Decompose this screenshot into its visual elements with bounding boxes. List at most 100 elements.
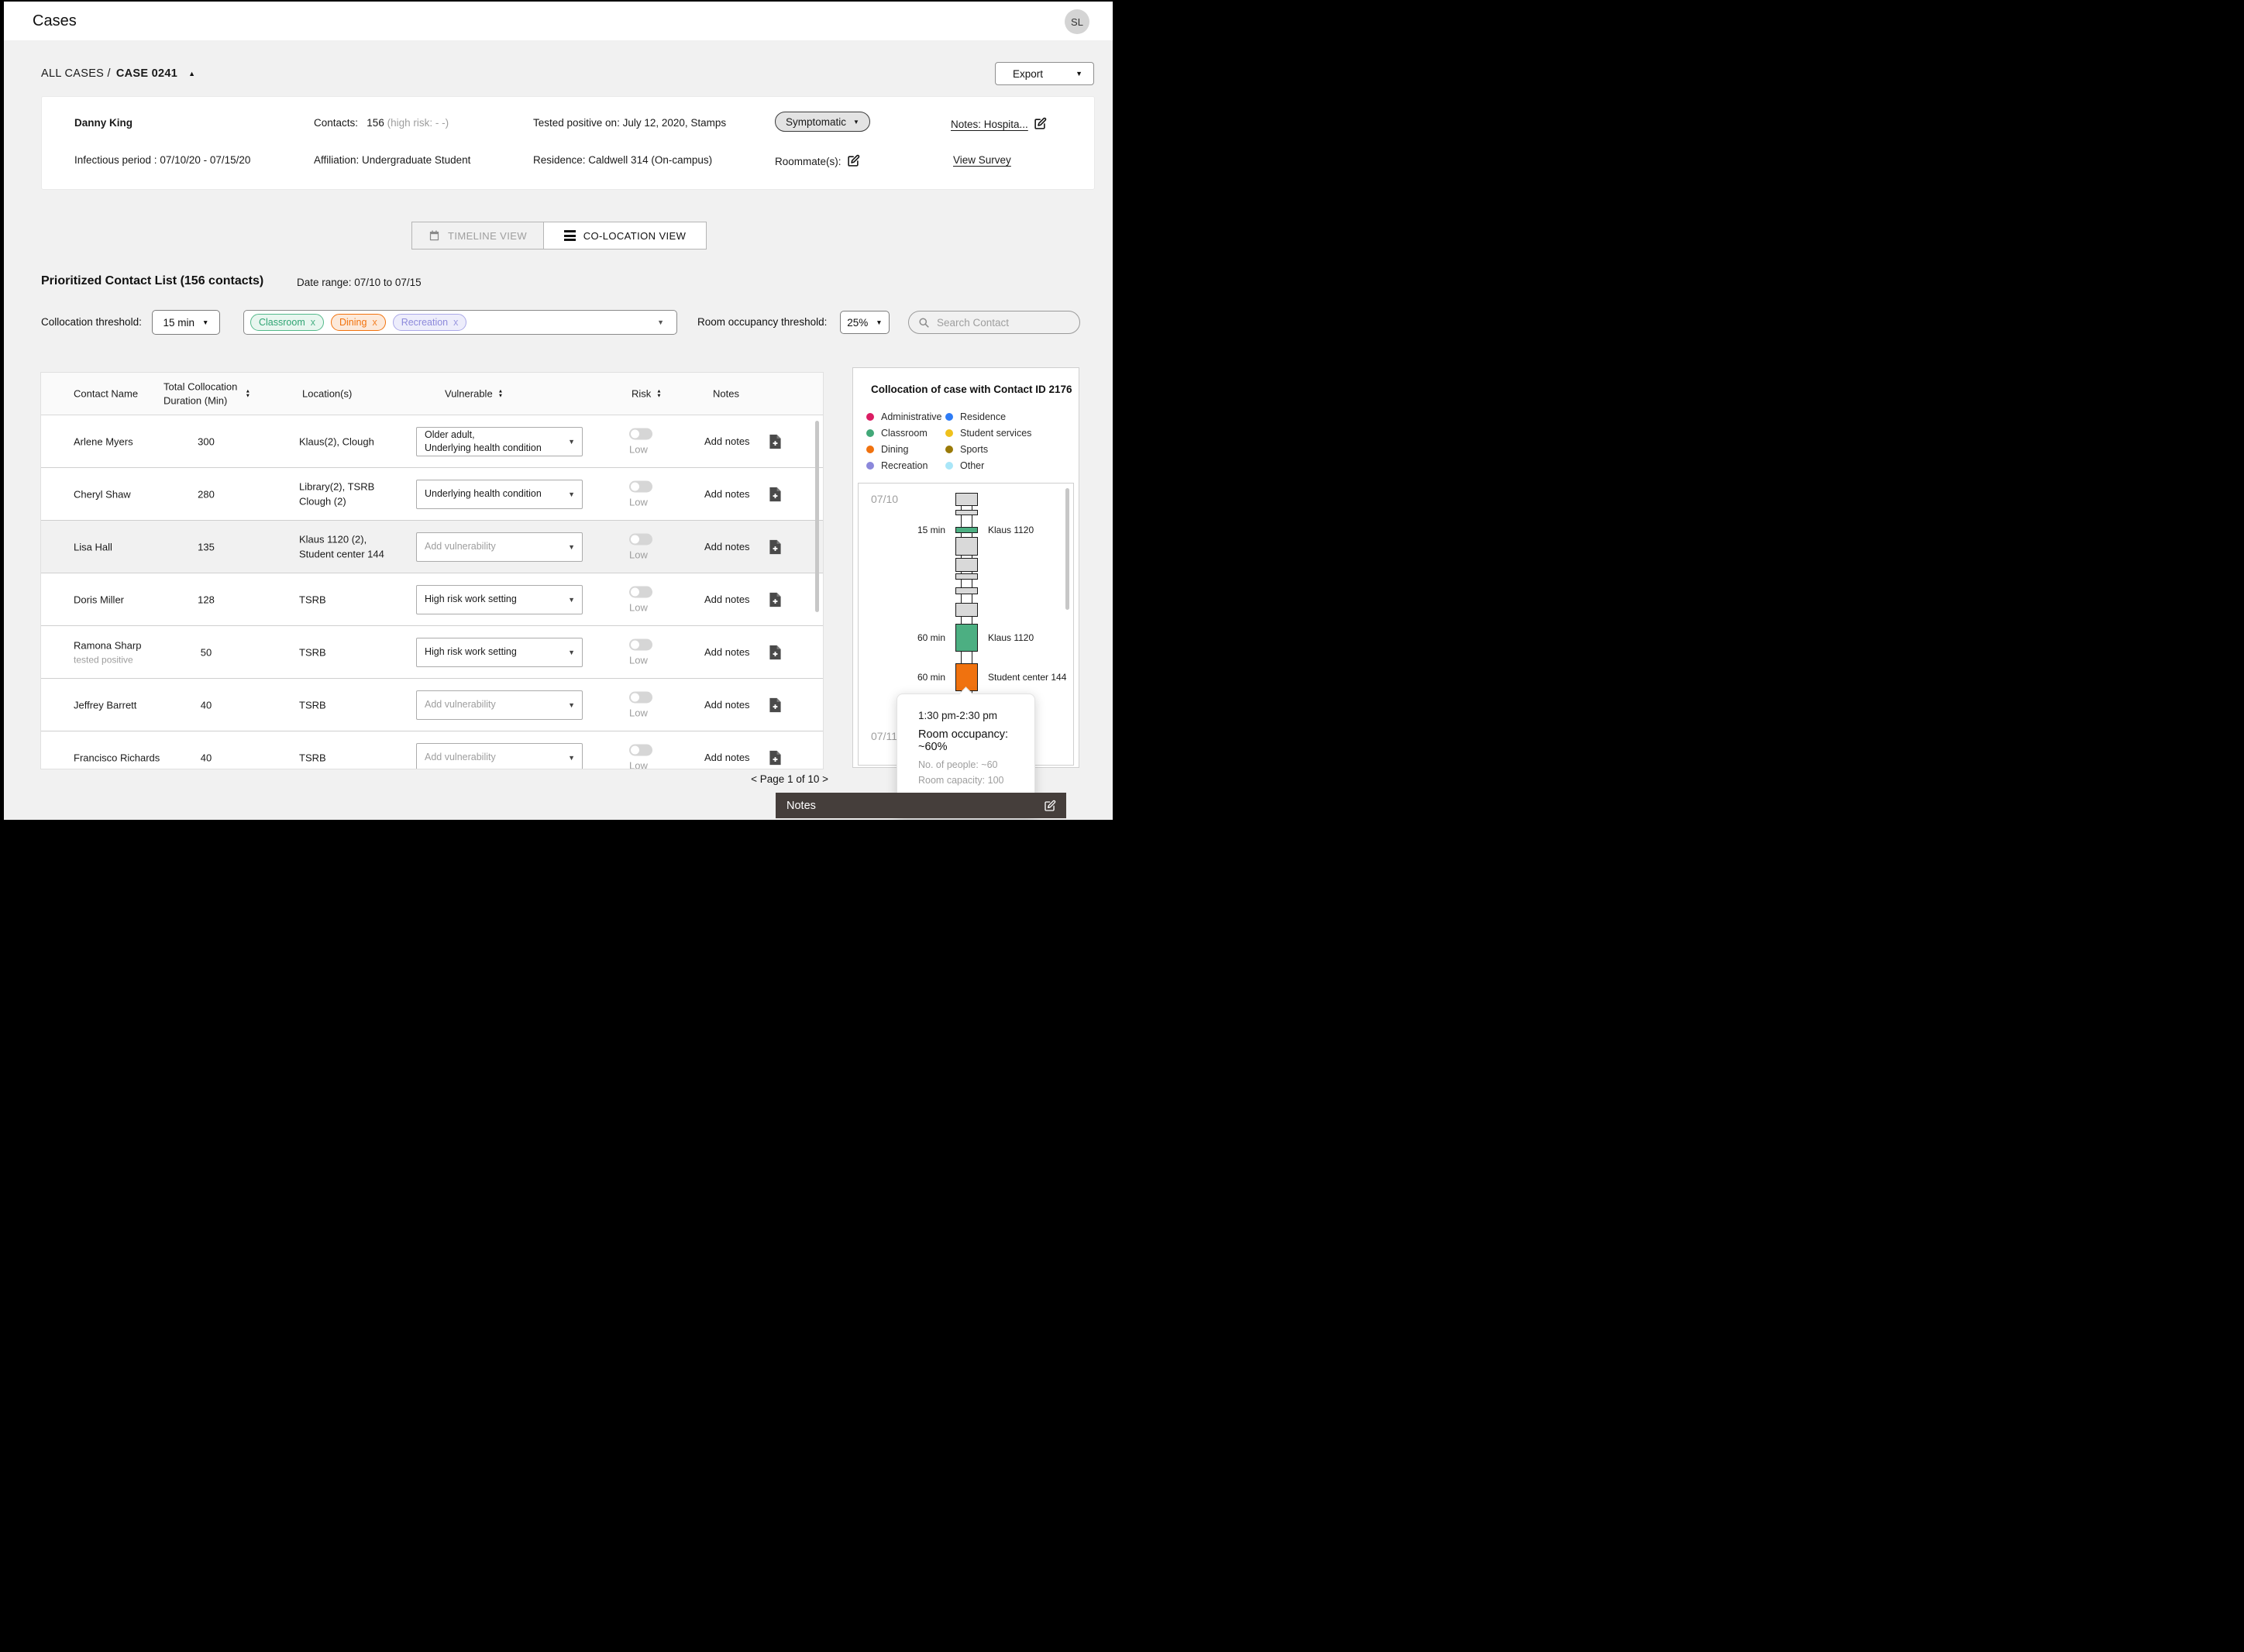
legend-dot-icon: [866, 461, 874, 470]
sort-icon[interactable]: ▲ ▼: [498, 388, 503, 398]
add-note-icon[interactable]: [769, 487, 782, 502]
vulnerable-dropdown[interactable]: Underlying health condition ▼: [416, 479, 583, 509]
filter-chip-recreation[interactable]: Recreation x: [392, 314, 467, 331]
timeline-connector: [961, 594, 972, 603]
chevron-down-icon: ▼: [568, 437, 575, 446]
edit-notes-bar-icon[interactable]: [1044, 800, 1056, 812]
timeline-block-classroom[interactable]: 60 min Klaus 1120: [917, 624, 1034, 652]
add-notes-link[interactable]: Add notes: [704, 435, 750, 447]
risk-toggle[interactable]: [629, 638, 652, 650]
tab-timeline-view[interactable]: TIMELINE VIEW: [412, 222, 544, 249]
filter-chip-classroom[interactable]: Classroom x: [250, 314, 324, 331]
vulnerable-dropdown[interactable]: High risk work setting ▼: [416, 637, 583, 667]
search-input[interactable]: [937, 316, 1061, 329]
timeline-block-gray[interactable]: [955, 558, 978, 572]
date-range-label: Date range: 07/10 to 07/15: [297, 277, 422, 288]
vulnerable-dropdown[interactable]: Add vulnerability ▼: [416, 690, 583, 720]
collocation-duration: 50: [200, 646, 212, 658]
risk-toggle[interactable]: [629, 428, 652, 439]
block-location-label: Klaus 1120: [988, 525, 1034, 535]
add-notes-link[interactable]: Add notes: [704, 488, 750, 500]
risk-toggle[interactable]: [629, 691, 652, 703]
table-scrollbar[interactable]: [815, 421, 819, 612]
room-occupancy-dropdown[interactable]: 25% ▼: [840, 311, 890, 334]
collocation-threshold-dropdown[interactable]: 15 min ▼: [152, 310, 220, 335]
timeline-connector: [961, 515, 972, 527]
add-note-icon[interactable]: [769, 434, 782, 449]
risk-cell: Low: [629, 744, 652, 769]
contact-name: Doris Miller: [74, 594, 124, 605]
add-note-icon[interactable]: [769, 750, 782, 766]
timeline-block-gray[interactable]: [955, 603, 978, 617]
export-button[interactable]: Export ▼: [995, 62, 1094, 85]
legend-item-recreation: Recreation: [866, 457, 945, 473]
case-contacts: Contacts: 156 (high risk: - -): [314, 117, 449, 129]
risk-toggle[interactable]: [629, 480, 652, 492]
vulnerable-dropdown[interactable]: Older adult, Underlying health condition ▼: [416, 426, 583, 456]
pagination[interactable]: < Page 1 of 10 >: [701, 773, 828, 785]
risk-cell: Low: [629, 638, 652, 666]
timeline-scrollbar[interactable]: [1065, 488, 1069, 610]
vulnerable-dropdown[interactable]: High risk work setting ▼: [416, 584, 583, 614]
timeline-block-classroom[interactable]: 15 min Klaus 1120: [917, 525, 1034, 535]
timeline-block-gray[interactable]: [955, 510, 978, 515]
risk-toggle[interactable]: [629, 586, 652, 597]
location-filter-select[interactable]: Classroom x Dining x Recreation x ▼: [243, 310, 677, 335]
category-legend: Administrative Classroom Dining Recreation R…: [866, 408, 1031, 473]
case-notes-link[interactable]: Notes: Hospita...: [951, 119, 1028, 130]
locations: Library(2), TSRB Clough (2): [299, 480, 375, 508]
timeline-block-gray[interactable]: [955, 587, 978, 594]
risk-level: Low: [629, 443, 648, 455]
chevron-down-icon: ▼: [568, 490, 575, 498]
risk-level: Low: [629, 601, 648, 613]
view-survey-link[interactable]: View Survey: [953, 154, 1011, 166]
chip-remove-icon[interactable]: x: [372, 317, 377, 328]
notes-cell: Add notes: [704, 645, 782, 660]
add-note-icon[interactable]: [769, 592, 782, 607]
timeline-block-gray[interactable]: [955, 493, 978, 506]
calendar-icon: [429, 230, 439, 241]
locations: TSRB: [299, 645, 326, 658]
collapse-case-icon[interactable]: ▲: [188, 70, 195, 77]
add-note-icon[interactable]: [769, 539, 782, 555]
symptom-status-dropdown[interactable]: Symptomatic ▼: [775, 112, 870, 132]
add-notes-link[interactable]: Add notes: [704, 699, 750, 711]
chevron-down-icon: ▼: [568, 648, 575, 656]
timeline-column: 15 min Klaus 1120 60 min Klaus 1120 60 min St…: [917, 493, 1066, 700]
case-affiliation: Affiliation: Undergraduate Student: [314, 154, 471, 166]
risk-toggle[interactable]: [629, 744, 652, 755]
timeline-block-gray[interactable]: [955, 573, 978, 580]
edit-roommates-icon[interactable]: [847, 154, 860, 170]
sort-icon[interactable]: ▲ ▼: [656, 388, 661, 398]
add-notes-link[interactable]: Add notes: [704, 594, 750, 605]
add-notes-link[interactable]: Add notes: [704, 646, 750, 658]
timeline-block-gray[interactable]: [955, 537, 978, 556]
contact-name: Jeffrey Barrett: [74, 699, 137, 711]
sort-icon[interactable]: ▲ ▼: [246, 388, 250, 398]
legend-dot-icon: [866, 445, 874, 453]
tab-colocation-view[interactable]: CO-LOCATION VIEW: [544, 222, 706, 249]
breadcrumb-all-cases[interactable]: ALL CASES /: [41, 67, 111, 80]
table-row: Ramona Sharp tested positive 50 TSRB High ri…: [41, 626, 823, 679]
add-notes-link[interactable]: Add notes: [704, 752, 750, 763]
add-note-icon[interactable]: [769, 697, 782, 713]
timeline-connector: [961, 580, 972, 587]
filter-chip-dining[interactable]: Dining x: [331, 314, 386, 331]
top-bar: Cases SL: [4, 2, 1113, 40]
vulnerable-dropdown[interactable]: Add vulnerability ▼: [416, 742, 583, 769]
risk-toggle[interactable]: [629, 533, 652, 545]
chip-remove-icon[interactable]: x: [453, 317, 458, 328]
add-note-icon[interactable]: [769, 645, 782, 660]
add-notes-link[interactable]: Add notes: [704, 541, 750, 552]
locations: Klaus(2), Clough: [299, 435, 374, 447]
risk-level: Low: [629, 549, 648, 560]
legend-item-dining: Dining: [866, 441, 945, 457]
vulnerable-dropdown[interactable]: Add vulnerability ▼: [416, 532, 583, 562]
edit-notes-icon[interactable]: [1034, 117, 1047, 133]
contacts-count: 156: [367, 117, 384, 129]
user-avatar[interactable]: SL: [1065, 9, 1089, 34]
table-row: Francisco Richards 40 TSRB Add vulnerabilit…: [41, 731, 823, 769]
chip-remove-icon[interactable]: x: [311, 317, 315, 328]
legend-item-classroom: Classroom: [866, 425, 945, 441]
notes-bar[interactable]: Notes: [776, 793, 1066, 818]
